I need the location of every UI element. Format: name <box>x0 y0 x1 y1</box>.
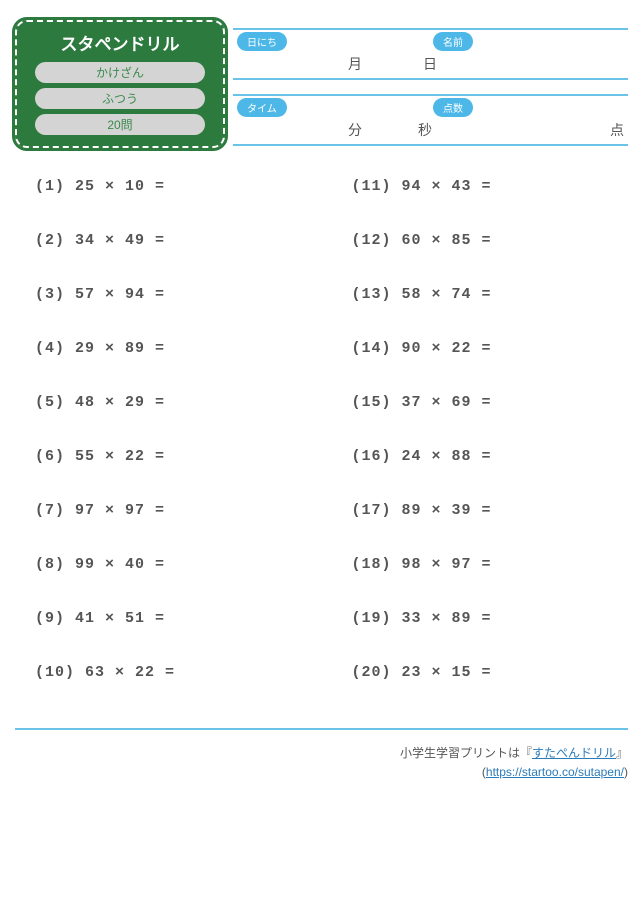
title-box: スタペンドリル かけざん ふつう 20問 <box>15 20 225 148</box>
problem-item: (16) 24 × 88 = <box>352 448 609 465</box>
day-label: 日 <box>423 54 437 74</box>
score-badge: 点数 <box>433 98 473 117</box>
date-badge: 日にち <box>237 32 287 51</box>
problem-item: (7) 97 × 97 = <box>35 502 292 519</box>
problem-item: (13) 58 × 74 = <box>352 286 609 303</box>
drill-title: スタペンドリル <box>61 30 180 55</box>
right-column: (11) 94 × 43 = (12) 60 × 85 = (13) 58 × … <box>352 178 609 718</box>
month-label: 月 <box>348 54 362 74</box>
problem-item: (9) 41 × 51 = <box>35 610 292 627</box>
minute-label: 分 <box>348 120 362 140</box>
footer: 小学生学習プリントは『すたぺんドリル』 (https://startoo.co/… <box>15 744 628 782</box>
problem-item: (4) 29 × 89 = <box>35 340 292 357</box>
problem-item: (3) 57 × 94 = <box>35 286 292 303</box>
time-badge: タイム <box>237 98 287 117</box>
point-label: 点 <box>610 120 624 140</box>
problem-item: (10) 63 × 22 = <box>35 664 292 681</box>
footer-link-name[interactable]: すたぺんドリル <box>532 746 616 760</box>
problem-item: (19) 33 × 89 = <box>352 610 609 627</box>
problem-item: (18) 98 × 97 = <box>352 556 609 573</box>
problem-item: (15) 37 × 69 = <box>352 394 609 411</box>
problem-item: (11) 94 × 43 = <box>352 178 609 195</box>
problem-item: (2) 34 × 49 = <box>35 232 292 249</box>
problem-item: (5) 48 × 29 = <box>35 394 292 411</box>
info-section: 日にち 名前 月 日 タイム 点数 分 秒 点 <box>233 20 628 146</box>
problem-item: (6) 55 × 22 = <box>35 448 292 465</box>
header-row: スタペンドリル かけざん ふつう 20問 日にち 名前 月 日 タイム 点数 分… <box>15 20 628 148</box>
problem-item: (14) 90 × 22 = <box>352 340 609 357</box>
count-pill: 20問 <box>35 114 205 135</box>
footer-link-url[interactable]: https://startoo.co/sutapen/ <box>486 765 624 779</box>
problems-grid: (1) 25 × 10 = (2) 34 × 49 = (3) 57 × 94 … <box>15 178 628 718</box>
left-column: (1) 25 × 10 = (2) 34 × 49 = (3) 57 × 94 … <box>35 178 292 718</box>
footer-text: ) <box>624 765 628 779</box>
difficulty-pill: ふつう <box>35 88 205 109</box>
bottom-divider <box>15 728 628 730</box>
problem-item: (12) 60 × 85 = <box>352 232 609 249</box>
second-label: 秒 <box>418 120 432 140</box>
problem-item: (20) 23 × 15 = <box>352 664 609 681</box>
name-badge: 名前 <box>433 32 473 51</box>
problem-item: (1) 25 × 10 = <box>35 178 292 195</box>
problem-item: (8) 99 × 40 = <box>35 556 292 573</box>
problem-item: (17) 89 × 39 = <box>352 502 609 519</box>
category-pill: かけざん <box>35 62 205 83</box>
time-score-row: タイム 点数 分 秒 点 <box>233 94 628 146</box>
date-name-row: 日にち 名前 月 日 <box>233 28 628 80</box>
footer-text: 』 <box>616 746 628 760</box>
footer-text: 小学生学習プリントは『 <box>400 746 532 760</box>
